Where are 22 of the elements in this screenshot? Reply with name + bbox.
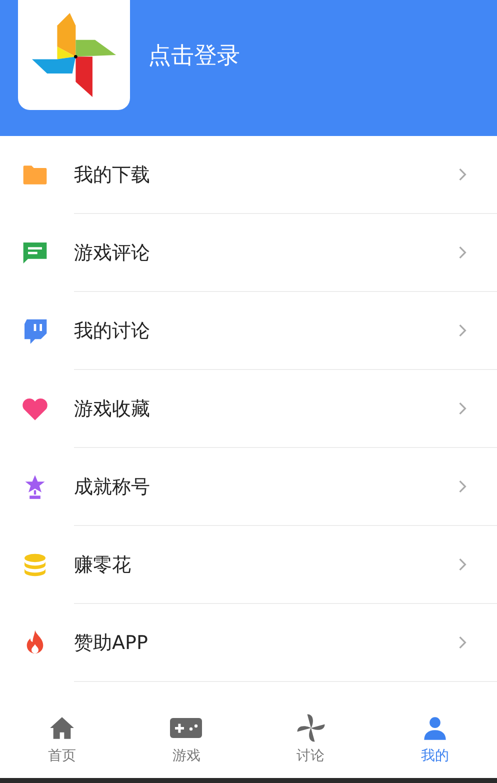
- chevron-icon: [458, 557, 467, 572]
- chevron-icon: [458, 323, 467, 338]
- gamepad-icon: [170, 718, 202, 738]
- chevron-icon: [458, 479, 467, 494]
- chevron-icon: [458, 401, 467, 416]
- nav-tab[interactable]: 首页: [0, 700, 124, 778]
- nav-tab[interactable]: 我的: [372, 700, 497, 778]
- chevron-icon: [458, 635, 467, 650]
- nav-tab[interactable]: 讨论: [248, 700, 373, 778]
- chevron-icon: [458, 245, 467, 260]
- home-icon: [48, 715, 76, 741]
- menu-item[interactable]: 我的下载: [74, 162, 458, 188]
- menu-item[interactable]: 游戏收藏: [74, 396, 458, 422]
- person-icon: [422, 714, 448, 742]
- chevron-icon: [458, 167, 467, 182]
- menu-item[interactable]: 我的讨论: [74, 318, 458, 344]
- menu-item[interactable]: 游戏评论: [74, 240, 458, 266]
- nav-tab[interactable]: 游戏: [124, 700, 248, 778]
- menu-item[interactable]: 赞助APP: [74, 630, 458, 656]
- menu-item[interactable]: 赚零花: [74, 552, 458, 578]
- pinwheel-icon: [296, 713, 326, 743]
- menu-item[interactable]: 成就称号: [74, 474, 458, 500]
